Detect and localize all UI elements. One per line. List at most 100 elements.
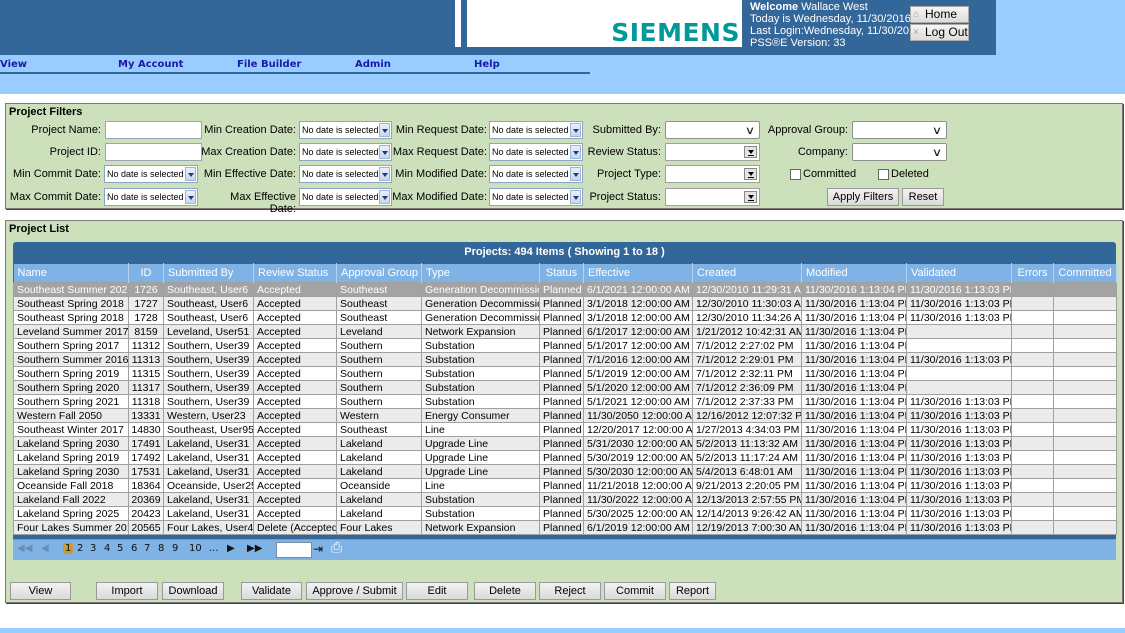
nav-my-account[interactable]: My Account <box>118 59 183 70</box>
table-row[interactable]: Southern Spring 2021 11318 Southern, User3… <box>13 394 1117 409</box>
column-header-committed[interactable]: Committed <box>1053 263 1117 283</box>
min-request-date-picker[interactable]: No date is selected <box>489 121 583 139</box>
min-creation-date-picker[interactable]: No date is selected <box>299 121 392 139</box>
table-row[interactable]: Lakeland Spring 2030 17531 Lakeland, User3… <box>13 464 1117 479</box>
table-row[interactable]: Lakeland Spring 2030 17491 Lakeland, User3… <box>13 436 1117 451</box>
max-request-date-picker[interactable]: No date is selected <box>489 143 583 161</box>
page-link[interactable]: 2 <box>77 543 83 554</box>
page-link[interactable]: 4 <box>104 543 110 554</box>
table-row[interactable]: Lakeland Spring 2025 20423 Lakeland, User3… <box>13 506 1117 521</box>
go-to-page-icon[interactable]: ⇥ <box>313 542 323 556</box>
reset-button[interactable]: Reset <box>902 188 944 206</box>
table-row[interactable]: Leveland Summer 2017 8159 Leveland, User51… <box>13 324 1117 339</box>
project-type-combo[interactable] <box>665 165 760 183</box>
table-row[interactable]: Western Fall 2050 13331 Western, User23 Acc… <box>13 408 1117 423</box>
max-modified-date-picker[interactable]: No date is selected <box>489 188 583 206</box>
column-header-approval-group[interactable]: Approval Group <box>336 263 422 283</box>
column-header-modified[interactable]: Modified <box>801 263 907 283</box>
table-row[interactable]: Southern Spring 2020 11317 Southern, User3… <box>13 380 1117 395</box>
page-more-link[interactable]: ... <box>209 543 219 554</box>
committed-checkbox[interactable]: Committed <box>790 168 856 180</box>
project-id-input[interactable] <box>105 143 202 161</box>
approval-group-select[interactable]: ∨ <box>852 121 947 139</box>
page-link[interactable]: 7 <box>144 543 150 554</box>
dropdown-arrow-icon[interactable] <box>185 190 196 204</box>
download-button[interactable]: Download <box>162 582 224 600</box>
table-row[interactable]: Southeast Spring 2018 1728 Southeast, User… <box>13 310 1117 325</box>
dropdown-arrow-icon[interactable] <box>379 167 390 181</box>
nav-file-builder[interactable]: File Builder <box>237 59 301 70</box>
submitted-by-select[interactable]: ∨ <box>665 121 760 139</box>
home-button[interactable]: ⌂ Home <box>910 6 969 23</box>
commit-button[interactable]: Commit <box>604 582 666 600</box>
last-page-icon[interactable]: ▶▶ <box>247 543 262 554</box>
project-status-combo[interactable] <box>665 188 760 206</box>
min-effective-date-picker[interactable]: No date is selected <box>299 165 392 183</box>
max-effective-date-picker[interactable]: No date is selected <box>299 188 392 206</box>
table-row[interactable]: Lakeland Spring 2019 17492 Lakeland, User3… <box>13 450 1117 465</box>
column-header-errors[interactable]: Errors <box>1011 263 1054 283</box>
min-modified-date-picker[interactable]: No date is selected <box>489 165 583 183</box>
review-status-combo[interactable] <box>665 143 760 161</box>
column-header-submitted-by[interactable]: Submitted By <box>163 263 254 283</box>
page-link[interactable]: 3 <box>90 543 96 554</box>
table-row[interactable]: Southern Spring 2019 11315 Southern, User3… <box>13 366 1117 381</box>
checkbox-box[interactable] <box>790 168 801 180</box>
page-link[interactable]: 9 <box>172 543 178 554</box>
dropdown-arrow-icon[interactable] <box>744 168 757 180</box>
edit-button[interactable]: Edit <box>406 582 468 600</box>
project-name-input[interactable] <box>105 121 202 139</box>
column-header-effective[interactable]: Effective <box>583 263 693 283</box>
apply-filters-button[interactable]: Apply Filters <box>827 188 899 206</box>
delete-button[interactable]: Delete <box>474 582 536 600</box>
max-commit-date-picker[interactable]: No date is selected <box>104 188 198 206</box>
table-row[interactable]: Southern Spring 2017 11312 Southern, User3… <box>13 338 1117 353</box>
nav-admin[interactable]: Admin <box>355 59 391 70</box>
logout-button[interactable]: × Log Out <box>910 24 969 41</box>
dropdown-arrow-icon[interactable] <box>379 145 390 159</box>
dropdown-arrow-icon[interactable] <box>744 191 757 203</box>
nav-help[interactable]: Help <box>474 59 500 70</box>
column-header-created[interactable]: Created <box>692 263 802 283</box>
dropdown-arrow-icon[interactable] <box>185 167 196 181</box>
page-link[interactable]: 1 <box>63 543 74 554</box>
page-number-input[interactable] <box>276 542 312 558</box>
table-row[interactable]: Southeast Spring 2018 1727 Southeast, User… <box>13 296 1117 311</box>
approve-submit-button[interactable]: Approve / Submit <box>306 582 403 600</box>
next-page-icon[interactable]: ▶ <box>227 543 235 554</box>
page-link[interactable]: 10 <box>189 543 202 554</box>
dropdown-arrow-icon[interactable] <box>379 123 390 137</box>
column-header-status[interactable]: Status <box>539 263 584 283</box>
deleted-checkbox[interactable]: Deleted <box>878 168 929 180</box>
prev-page-icon[interactable]: ◀ <box>41 543 49 554</box>
dropdown-arrow-icon[interactable] <box>379 190 390 204</box>
import-button[interactable]: Import <box>96 582 158 600</box>
column-header-review-status[interactable]: Review Status <box>253 263 337 283</box>
print-icon[interactable]: ⎙ <box>331 540 342 556</box>
table-row[interactable]: Southeast Winter 2017 14830 Southeast, Use… <box>13 422 1117 437</box>
dropdown-arrow-icon[interactable] <box>744 146 757 158</box>
validate-button[interactable]: Validate <box>241 582 302 600</box>
column-header-name[interactable]: Name <box>13 263 129 283</box>
reject-button[interactable]: Reject <box>539 582 601 600</box>
nav-view[interactable]: View <box>0 59 27 70</box>
table-row[interactable]: Southern Summer 2016 11313 Southern, User3… <box>13 352 1117 367</box>
page-link[interactable]: 6 <box>131 543 137 554</box>
checkbox-box[interactable] <box>878 168 889 180</box>
column-header-type[interactable]: Type <box>421 263 540 283</box>
view-button[interactable]: View <box>10 582 71 600</box>
report-button[interactable]: Report <box>669 582 716 600</box>
page-link[interactable]: 5 <box>117 543 123 554</box>
table-row[interactable]: Lakeland Fall 2022 20369 Lakeland, User31 A… <box>13 492 1117 507</box>
column-header-id[interactable]: ID <box>128 263 164 283</box>
table-row[interactable]: Oceanside Fall 2018 18364 Oceanside, User2… <box>13 478 1117 493</box>
column-header-validated[interactable]: Validated <box>906 263 1012 283</box>
min-commit-date-picker[interactable]: No date is selected <box>104 165 198 183</box>
company-select[interactable]: ∨ <box>852 143 947 161</box>
table-row[interactable]: Four Lakes Summer 2019 20565 Four Lakes, U… <box>13 520 1117 535</box>
max-creation-date-picker[interactable]: No date is selected <box>299 143 392 161</box>
min-modified-date-label: Min Modified Date: <box>395 168 487 180</box>
page-link[interactable]: 8 <box>158 543 164 554</box>
table-row[interactable]: Southeast Summer 2021 1726 Southeast, User… <box>13 282 1117 297</box>
first-page-icon[interactable]: ◀◀ <box>17 543 32 554</box>
